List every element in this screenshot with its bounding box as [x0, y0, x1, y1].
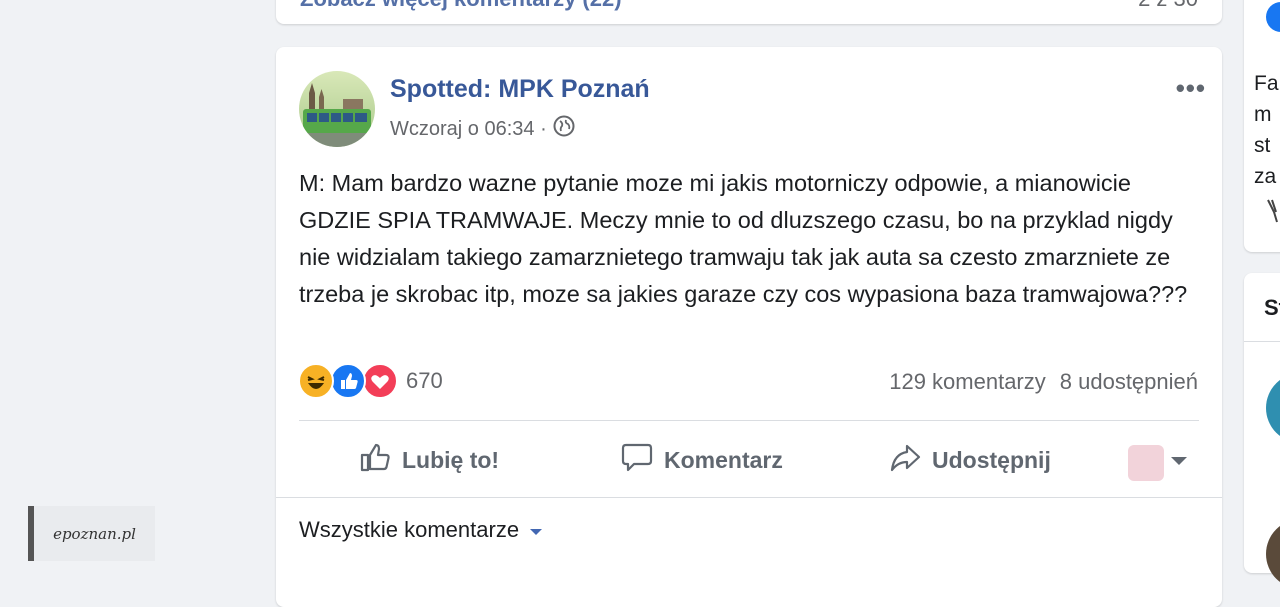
post-timestamp[interactable]: Wczoraj o 06:34 · [390, 118, 547, 141]
right-card-text: Fa m st za [1254, 68, 1279, 192]
contact-avatar-2[interactable] [1266, 519, 1280, 589]
reaction-count[interactable]: 670 [406, 368, 443, 394]
post-text: M: Mam bardzo wazne pytanie moze mi jaki… [299, 170, 1188, 307]
blue-badge-icon [1266, 2, 1280, 32]
caret-down-icon [1170, 454, 1188, 472]
comments-filter-label: Wszystkie komentarze [299, 517, 520, 542]
share-button[interactable]: Udostępnij [888, 440, 1051, 480]
watermark-text: epoznan.pl [53, 524, 136, 543]
caret-down-icon [529, 517, 543, 543]
right-sidebar-card: Fa m st za [1244, 0, 1280, 252]
like-button[interactable]: Lubię to! [358, 440, 499, 480]
page-avatar[interactable] [299, 71, 375, 147]
comment-page-count: 2 z 30 [1138, 0, 1198, 12]
reaction-picker-button[interactable] [1128, 445, 1188, 481]
like-label: Lubię to! [402, 446, 500, 473]
contact-avatar[interactable] [1266, 373, 1280, 443]
haha-reaction-icon [298, 363, 334, 399]
comments-divider [276, 497, 1222, 498]
love-reaction-icon [362, 363, 398, 399]
globe-icon [553, 115, 575, 143]
post-meta: Wczoraj o 06:34 · [390, 115, 575, 143]
share-label: Udostępnij [932, 446, 1051, 473]
right-sidebar-card-2: St [1244, 273, 1280, 589]
comment-icon [620, 440, 654, 480]
previous-post-card: Zobacz więcej komentarzy (22) 2 z 30 [276, 0, 1222, 24]
comment-label: Komentarz [664, 446, 783, 473]
right-card-line: m [1254, 103, 1272, 126]
like-reaction-icon [330, 363, 366, 399]
brush-icon [1264, 198, 1280, 229]
share-icon [888, 440, 922, 480]
comment-button[interactable]: Komentarz [620, 440, 783, 480]
engagement-counts: 129 komentarzy 8 udostępnień [889, 369, 1198, 395]
right-card-divider [1244, 341, 1280, 342]
right-card-line: Fa [1254, 72, 1279, 95]
right-card-heading: St [1264, 295, 1280, 320]
comments-filter-dropdown[interactable]: Wszystkie komentarze [299, 517, 543, 543]
comments-count-link[interactable]: 129 komentarzy [889, 369, 1046, 395]
post-card: Spotted: MPK Poznań Wczoraj o 06:34 · ••… [276, 47, 1222, 607]
right-card-line: za [1254, 165, 1277, 188]
see-more-comments-link[interactable]: Zobacz więcej komentarzy (22) [300, 0, 622, 12]
right-card-line: st [1254, 134, 1271, 157]
page-name-link[interactable]: Spotted: MPK Poznań [390, 75, 650, 104]
watermark-logo: epoznan.pl [28, 506, 155, 561]
more-options-icon[interactable]: ••• [1176, 73, 1206, 104]
thumbs-up-icon [358, 440, 392, 480]
reactions-summary[interactable]: 670 [298, 363, 443, 399]
shares-count-link[interactable]: 8 udostępnień [1060, 369, 1198, 395]
profile-avatar-small [1128, 445, 1164, 481]
actions-divider [299, 420, 1199, 421]
